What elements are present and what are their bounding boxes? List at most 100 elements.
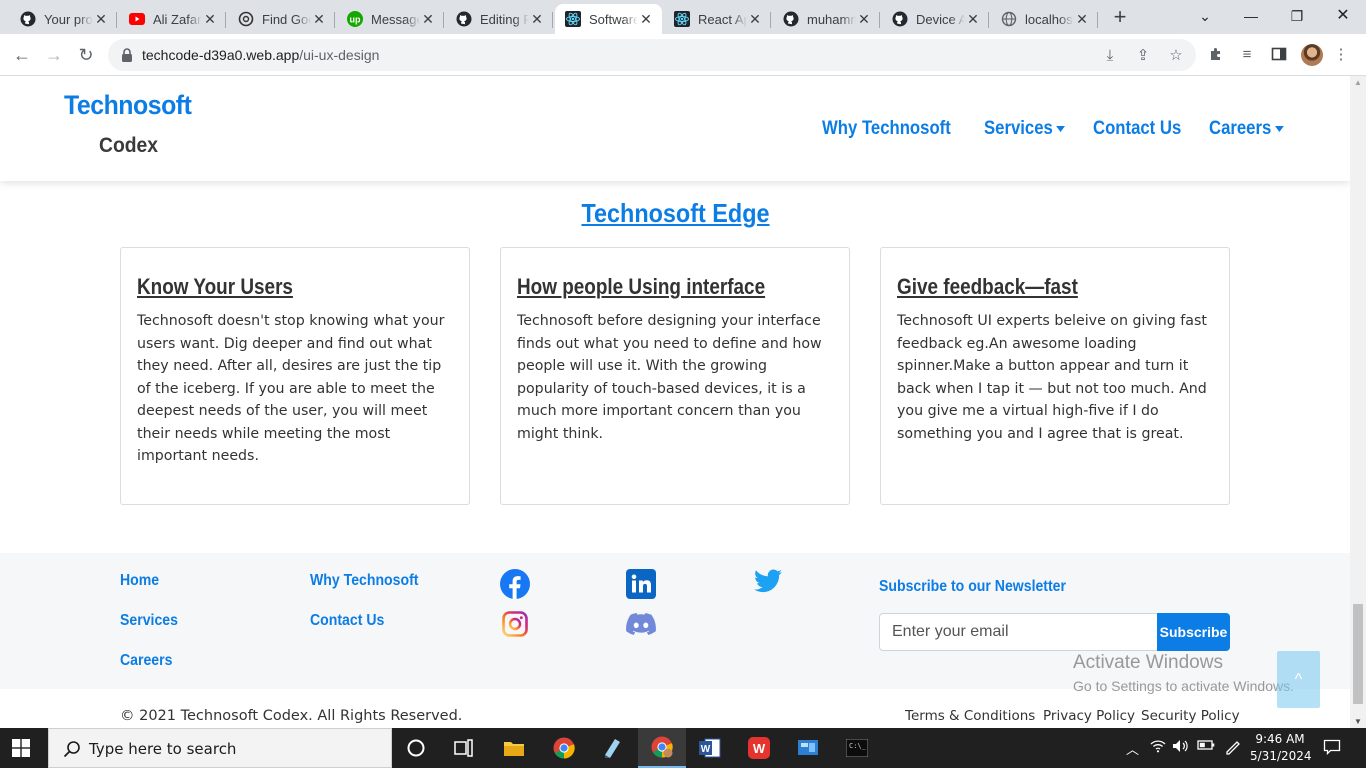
browser-tab[interactable]: Find Google ✕ bbox=[228, 4, 335, 34]
control-panel-icon[interactable] bbox=[796, 736, 820, 760]
twitter-icon[interactable] bbox=[754, 569, 784, 599]
nav-contact-us[interactable]: Contact Us bbox=[1093, 118, 1181, 140]
notification-center-icon[interactable] bbox=[1323, 739, 1341, 758]
tab-search-icon[interactable]: ⌄ bbox=[1182, 0, 1228, 32]
browser-tab[interactable]: Editing README ✕ bbox=[446, 4, 553, 34]
pen-ink-icon[interactable] bbox=[1224, 739, 1242, 758]
browser-tab-strip: Your profile ✕ Ali Zafar ✕ Find Google ✕… bbox=[0, 0, 1366, 34]
privacy-policy-link[interactable]: Privacy Policy bbox=[1043, 708, 1135, 724]
brand-logo-technosoft[interactable]: Technosoft bbox=[64, 90, 192, 121]
close-window-button[interactable]: ✕ bbox=[1320, 0, 1366, 32]
windows-start-icon[interactable] bbox=[12, 739, 30, 757]
page-scrollbar[interactable]: ▲ ▼ bbox=[1350, 76, 1366, 728]
search-icon bbox=[63, 740, 81, 758]
footer-link-careers[interactable]: Careers bbox=[120, 652, 172, 670]
browser-tab[interactable]: React App ✕ bbox=[664, 4, 771, 34]
chrome-icon[interactable] bbox=[552, 736, 576, 760]
browser-tab[interactable]: localhost ✕ bbox=[991, 4, 1098, 34]
browser-tab[interactable]: Ali Zafar ✕ bbox=[119, 4, 226, 34]
taskbar-clock[interactable]: 9:46 AM 5/31/2024 bbox=[1250, 731, 1312, 765]
github-icon bbox=[20, 11, 36, 27]
scroll-down-arrow-icon[interactable]: ▼ bbox=[1354, 717, 1362, 726]
copyright-text: © 2021 Technosoft Codex. All Rights Rese… bbox=[120, 708, 463, 724]
file-explorer-icon[interactable] bbox=[502, 736, 526, 760]
notepad-icon[interactable] bbox=[600, 736, 624, 760]
instagram-icon[interactable] bbox=[502, 611, 528, 637]
footer-link-home[interactable]: Home bbox=[120, 572, 159, 590]
nav-why-technosoft[interactable]: Why Technosoft bbox=[822, 118, 951, 140]
extensions-puzzle-icon[interactable] bbox=[1207, 46, 1225, 64]
caret-down-icon bbox=[1056, 125, 1066, 132]
close-tab-icon[interactable]: ✕ bbox=[856, 11, 872, 27]
side-panel-icon[interactable] bbox=[1270, 46, 1288, 64]
kebab-menu-icon[interactable]: ⋮ bbox=[1332, 46, 1350, 64]
card-body: Technosoft doesn't stop knowing what you… bbox=[137, 313, 445, 464]
nav-careers[interactable]: Careers bbox=[1209, 118, 1284, 140]
browser-tab[interactable]: Device Activity ✕ bbox=[882, 4, 989, 34]
scroll-up-arrow-icon[interactable]: ▲ bbox=[1354, 78, 1362, 87]
task-view-icon[interactable] bbox=[452, 736, 476, 760]
close-tab-icon[interactable]: ✕ bbox=[529, 11, 545, 27]
tray-chevron-up-icon[interactable]: ︿ bbox=[1126, 739, 1139, 758]
caret-down-icon bbox=[1274, 125, 1284, 132]
section-title-link[interactable]: Technosoft Edge bbox=[581, 198, 769, 229]
cortana-icon[interactable] bbox=[404, 736, 428, 760]
close-tab-icon[interactable]: ✕ bbox=[747, 11, 763, 27]
terms-link[interactable]: Terms & Conditions bbox=[905, 708, 1035, 724]
footer-link-contact-us[interactable]: Contact Us bbox=[310, 612, 384, 630]
wps-office-icon[interactable]: W bbox=[747, 736, 771, 760]
scroll-to-top-button[interactable]: ^ bbox=[1277, 651, 1320, 708]
tab-title: localhost bbox=[1025, 11, 1074, 27]
back-arrow-icon[interactable]: ← bbox=[10, 43, 34, 67]
browser-tab-active[interactable]: Software ✕ bbox=[555, 4, 662, 34]
address-bar[interactable]: techcode-d39a0.web.app/ui-ux-design ⤓ ⇪ … bbox=[108, 39, 1196, 71]
card-title: Know Your Users bbox=[137, 274, 293, 299]
nav-careers-label: Careers bbox=[1208, 118, 1272, 139]
browser-toolbar: ← → ↻ techcode-d39a0.web.app/ui-ux-desig… bbox=[0, 34, 1366, 76]
new-tab-button[interactable]: + bbox=[1108, 6, 1132, 30]
feature-card: Know Your Users Technosoft doesn't stop … bbox=[120, 247, 470, 505]
footer-link-why-technosoft[interactable]: Why Technosoft bbox=[310, 572, 418, 590]
browser-tab[interactable]: Your profile ✕ bbox=[10, 4, 117, 34]
discord-icon[interactable] bbox=[626, 613, 656, 635]
battery-icon[interactable] bbox=[1197, 739, 1215, 754]
security-policy-link[interactable]: Security Policy bbox=[1141, 708, 1240, 724]
close-tab-icon[interactable]: ✕ bbox=[311, 11, 327, 27]
volume-icon[interactable] bbox=[1172, 739, 1190, 756]
brand-logo-codex[interactable]: Codex bbox=[99, 134, 158, 158]
card-body: Technosoft before designing your interfa… bbox=[517, 313, 822, 442]
minimize-button[interactable]: — bbox=[1228, 0, 1274, 32]
terminal-icon[interactable]: C:\_ bbox=[845, 736, 869, 760]
site-header: Technosoft Codex Why Technosoft Services… bbox=[0, 76, 1350, 181]
facebook-icon[interactable] bbox=[500, 569, 530, 599]
close-tab-icon[interactable]: ✕ bbox=[638, 11, 654, 27]
tab-title: muhammad bbox=[807, 11, 856, 27]
network-wifi-icon[interactable] bbox=[1150, 739, 1166, 756]
restore-button[interactable]: ❐ bbox=[1274, 0, 1320, 32]
close-tab-icon[interactable]: ✕ bbox=[965, 11, 981, 27]
browser-tab[interactable]: up Messages ✕ bbox=[337, 4, 444, 34]
profile-avatar[interactable] bbox=[1301, 44, 1323, 66]
url-host: techcode-d39a0.web.app bbox=[142, 47, 300, 63]
taskbar-search-box[interactable]: Type here to search bbox=[48, 728, 392, 768]
upwork-icon: up bbox=[347, 11, 363, 27]
close-tab-icon[interactable]: ✕ bbox=[202, 11, 218, 27]
share-icon[interactable]: ⇪ bbox=[1134, 47, 1152, 65]
linkedin-icon[interactable] bbox=[626, 569, 656, 599]
word-icon[interactable]: W bbox=[698, 736, 722, 760]
close-tab-icon[interactable]: ✕ bbox=[93, 11, 109, 27]
forward-arrow-icon[interactable]: → bbox=[42, 43, 66, 67]
browser-tab[interactable]: muhammad ✕ bbox=[773, 4, 880, 34]
nav-services[interactable]: Services bbox=[984, 118, 1066, 140]
newsletter-email-input[interactable] bbox=[879, 613, 1159, 651]
chrome-profile-taskbar-icon[interactable] bbox=[638, 728, 686, 768]
scrollbar-thumb[interactable] bbox=[1353, 604, 1363, 704]
footer-link-services[interactable]: Services bbox=[120, 612, 178, 630]
close-tab-icon[interactable]: ✕ bbox=[1074, 11, 1090, 27]
install-app-icon[interactable]: ⤓ bbox=[1101, 47, 1119, 65]
reload-icon[interactable]: ↻ bbox=[74, 43, 98, 67]
reading-list-icon[interactable]: ≡ bbox=[1238, 46, 1256, 64]
close-tab-icon[interactable]: ✕ bbox=[420, 11, 436, 27]
bookmark-star-icon[interactable]: ☆ bbox=[1167, 47, 1185, 65]
subscribe-button[interactable]: Subscribe bbox=[1157, 613, 1230, 651]
